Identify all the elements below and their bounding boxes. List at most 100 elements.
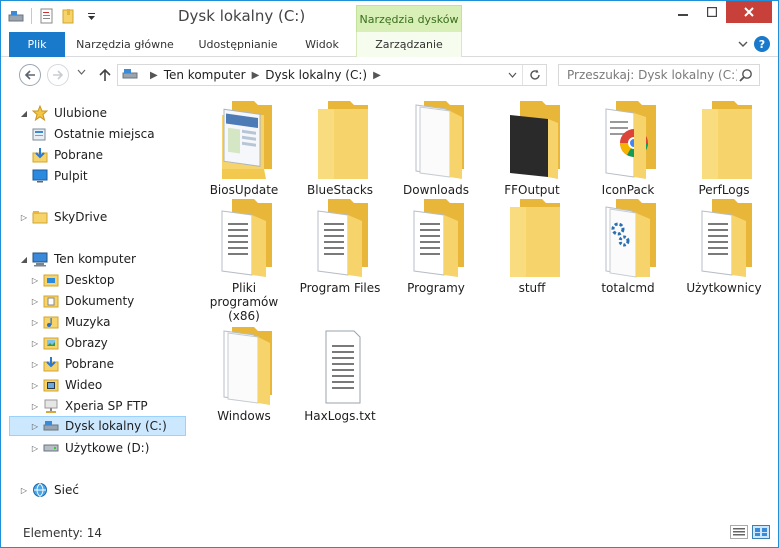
up-button[interactable]	[96, 64, 114, 86]
file-name: Użytkownicy	[686, 281, 762, 295]
crumb-separator-icon[interactable]: ▶	[252, 70, 260, 81]
folder-item[interactable]: IconPack	[580, 99, 676, 197]
folder-item[interactable]: Programy	[388, 197, 484, 295]
tab-home[interactable]: Narzędzia główne	[69, 32, 181, 57]
skydrive-icon	[32, 209, 48, 225]
file-name: FFOutput	[504, 183, 560, 197]
file-name: Downloads	[403, 183, 469, 197]
folder-lines-icon	[208, 197, 280, 279]
nav-skydrive[interactable]: ▷ SkyDrive	[19, 207, 205, 227]
nav-documents[interactable]: ▷ Dokumenty	[30, 291, 216, 311]
tab-manage[interactable]: Zarządzanie	[356, 32, 462, 57]
documents-icon	[43, 293, 59, 309]
expand-arrow-icon[interactable]: ▷	[30, 360, 40, 369]
quick-access-toolbar	[7, 7, 100, 25]
folder-item[interactable]: Downloads	[388, 99, 484, 197]
expand-arrow-icon[interactable]: ▷	[19, 213, 29, 222]
folder-item[interactable]: PerfLogs	[676, 99, 772, 197]
expand-arrow-icon[interactable]: ▷	[30, 276, 40, 285]
expand-arrow-icon[interactable]: ▷	[30, 422, 40, 431]
nav-label: Dysk lokalny (C:)	[65, 419, 167, 433]
folder-item[interactable]: BiosUpdate	[196, 99, 292, 197]
file-name: BiosUpdate	[209, 183, 279, 197]
folder-icon	[688, 99, 760, 181]
qat-dropdown-icon[interactable]	[82, 7, 100, 25]
explorer-window: Dysk lokalny (C:) Narzędzia dysków Plik …	[0, 0, 779, 548]
folder-icon	[496, 197, 568, 279]
network-location-icon	[43, 398, 59, 414]
folder-lines-icon	[304, 197, 376, 279]
nav-favorites[interactable]: ◢ Ulubione	[19, 103, 205, 123]
pictures-icon	[43, 335, 59, 351]
nav-desktop-favorite[interactable]: Pulpit	[32, 166, 218, 186]
folder-item[interactable]: Użytkownicy	[676, 197, 772, 295]
nav-desktop[interactable]: ▷ Desktop	[30, 270, 216, 290]
minimize-button[interactable]	[668, 1, 697, 23]
maximize-button[interactable]	[697, 1, 726, 23]
drive-icon[interactable]	[7, 7, 25, 25]
nav-this-computer[interactable]: ◢ Ten komputer	[19, 249, 205, 269]
tab-view[interactable]: Widok	[293, 32, 351, 57]
back-button[interactable]	[19, 64, 41, 86]
collapse-arrow-icon[interactable]: ◢	[19, 255, 29, 264]
folder-item[interactable]: Windows	[196, 325, 292, 423]
large-icons-view-button[interactable]	[752, 525, 770, 539]
expand-ribbon-icon[interactable]	[738, 37, 748, 51]
folder-item[interactable]: Program Files	[292, 197, 388, 295]
local-disk-icon	[43, 418, 59, 434]
folder-item[interactable]: FFOutput	[484, 99, 580, 197]
folder-item[interactable]: totalcmd	[580, 197, 676, 295]
forward-button[interactable]	[47, 64, 69, 86]
search-icon[interactable]	[739, 68, 753, 82]
crumb-separator-icon[interactable]: ▶	[373, 70, 381, 81]
expand-arrow-icon[interactable]: ▷	[30, 444, 40, 453]
nav-pictures[interactable]: ▷ Obrazy	[30, 333, 216, 353]
details-view-button[interactable]	[730, 525, 748, 539]
crumb-separator-icon[interactable]: ▶	[150, 70, 158, 81]
refresh-button[interactable]	[522, 65, 546, 85]
downloads-icon	[43, 356, 59, 372]
file-item[interactable]: HaxLogs.txt	[292, 325, 388, 423]
window-controls	[668, 1, 772, 23]
expand-arrow-icon[interactable]: ▷	[19, 486, 29, 495]
nav-label: Użytkowe (D:)	[65, 441, 150, 455]
expand-arrow-icon[interactable]: ▷	[30, 381, 40, 390]
expand-arrow-icon[interactable]: ▷	[30, 339, 40, 348]
recent-locations-dropdown[interactable]	[77, 68, 86, 78]
folder-item[interactable]: BlueStacks	[292, 99, 388, 197]
tab-file[interactable]: Plik	[9, 32, 65, 57]
desktop-icon	[32, 168, 48, 184]
collapse-arrow-icon[interactable]: ◢	[19, 109, 29, 118]
nav-downloads[interactable]: ▷ Pobrane	[30, 354, 216, 374]
nav-network[interactable]: ▷ Sieć	[19, 480, 205, 500]
nav-videos[interactable]: ▷ Wideo	[30, 375, 216, 395]
file-name: PerfLogs	[698, 183, 750, 197]
new-folder-icon[interactable]	[60, 7, 78, 25]
nav-label: SkyDrive	[54, 210, 108, 224]
address-dropdown-icon[interactable]	[504, 65, 520, 85]
nav-downloads-favorite[interactable]: Pobrane	[32, 145, 218, 165]
close-button[interactable]	[726, 1, 772, 23]
videos-icon	[43, 377, 59, 393]
nav-label: Muzyka	[65, 315, 111, 329]
properties-icon[interactable]	[38, 7, 56, 25]
expand-arrow-icon[interactable]: ▷	[30, 318, 40, 327]
expand-arrow-icon[interactable]: ▷	[30, 297, 40, 306]
tab-share[interactable]: Udostępnianie	[187, 32, 289, 57]
search-box[interactable]	[558, 64, 760, 86]
nav-recent-places[interactable]: Ostatnie miejsca	[32, 124, 218, 144]
help-icon[interactable]: ?	[754, 36, 770, 52]
folder-item[interactable]: stuff	[484, 197, 580, 295]
nav-local-disk[interactable]: ▷ Dysk lokalny (C:)	[9, 416, 186, 436]
nav-utility-drive[interactable]: ▷ Użytkowe (D:)	[30, 438, 216, 458]
address-bar[interactable]: ▶ Ten komputer ▶ Dysk lokalny (C:) ▶	[117, 64, 547, 86]
nav-music[interactable]: ▷ Muzyka	[30, 312, 216, 332]
nav-xperia-ftp[interactable]: ▷ Xperia SP FTP	[30, 396, 216, 416]
search-input[interactable]	[567, 68, 737, 82]
breadcrumb-local-disk[interactable]: Dysk lokalny (C:)	[265, 68, 367, 82]
drive-icon	[43, 440, 59, 456]
expand-arrow-icon[interactable]: ▷	[30, 402, 40, 411]
folder-item[interactable]: Pliki programów (x86)	[196, 197, 292, 323]
computer-icon	[32, 251, 48, 267]
breadcrumb-computer[interactable]: Ten komputer	[164, 68, 246, 82]
